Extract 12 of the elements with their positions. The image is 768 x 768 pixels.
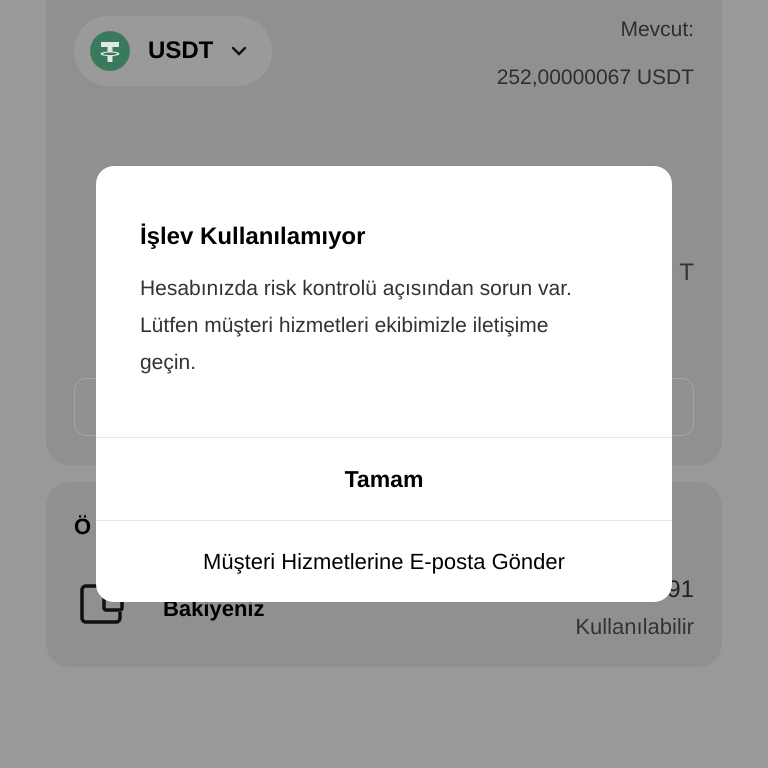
dialog-title: İşlev Kullanılamıyor bbox=[140, 222, 366, 252]
available-note: Kullanılabilir bbox=[575, 613, 694, 641]
available-label: Mevcut: bbox=[620, 17, 694, 43]
currency-label: USDT bbox=[148, 36, 214, 66]
tether-coin-icon bbox=[90, 31, 130, 71]
available-amount: 252,00000067 USDT bbox=[496, 64, 694, 90]
currency-selector[interactable]: USDT bbox=[74, 16, 272, 86]
section-title: Ö bbox=[74, 513, 92, 541]
converted-amount: T bbox=[679, 258, 694, 288]
chevron-down-icon bbox=[231, 46, 248, 56]
dialog-message: Hesabınızda risk kontrolü açısından sorun var. Lütfen müşteri hizmetleri ekibimizle iletişime geçin. bbox=[140, 276, 573, 376]
ok-button[interactable]: Tamam bbox=[96, 437, 672, 520]
